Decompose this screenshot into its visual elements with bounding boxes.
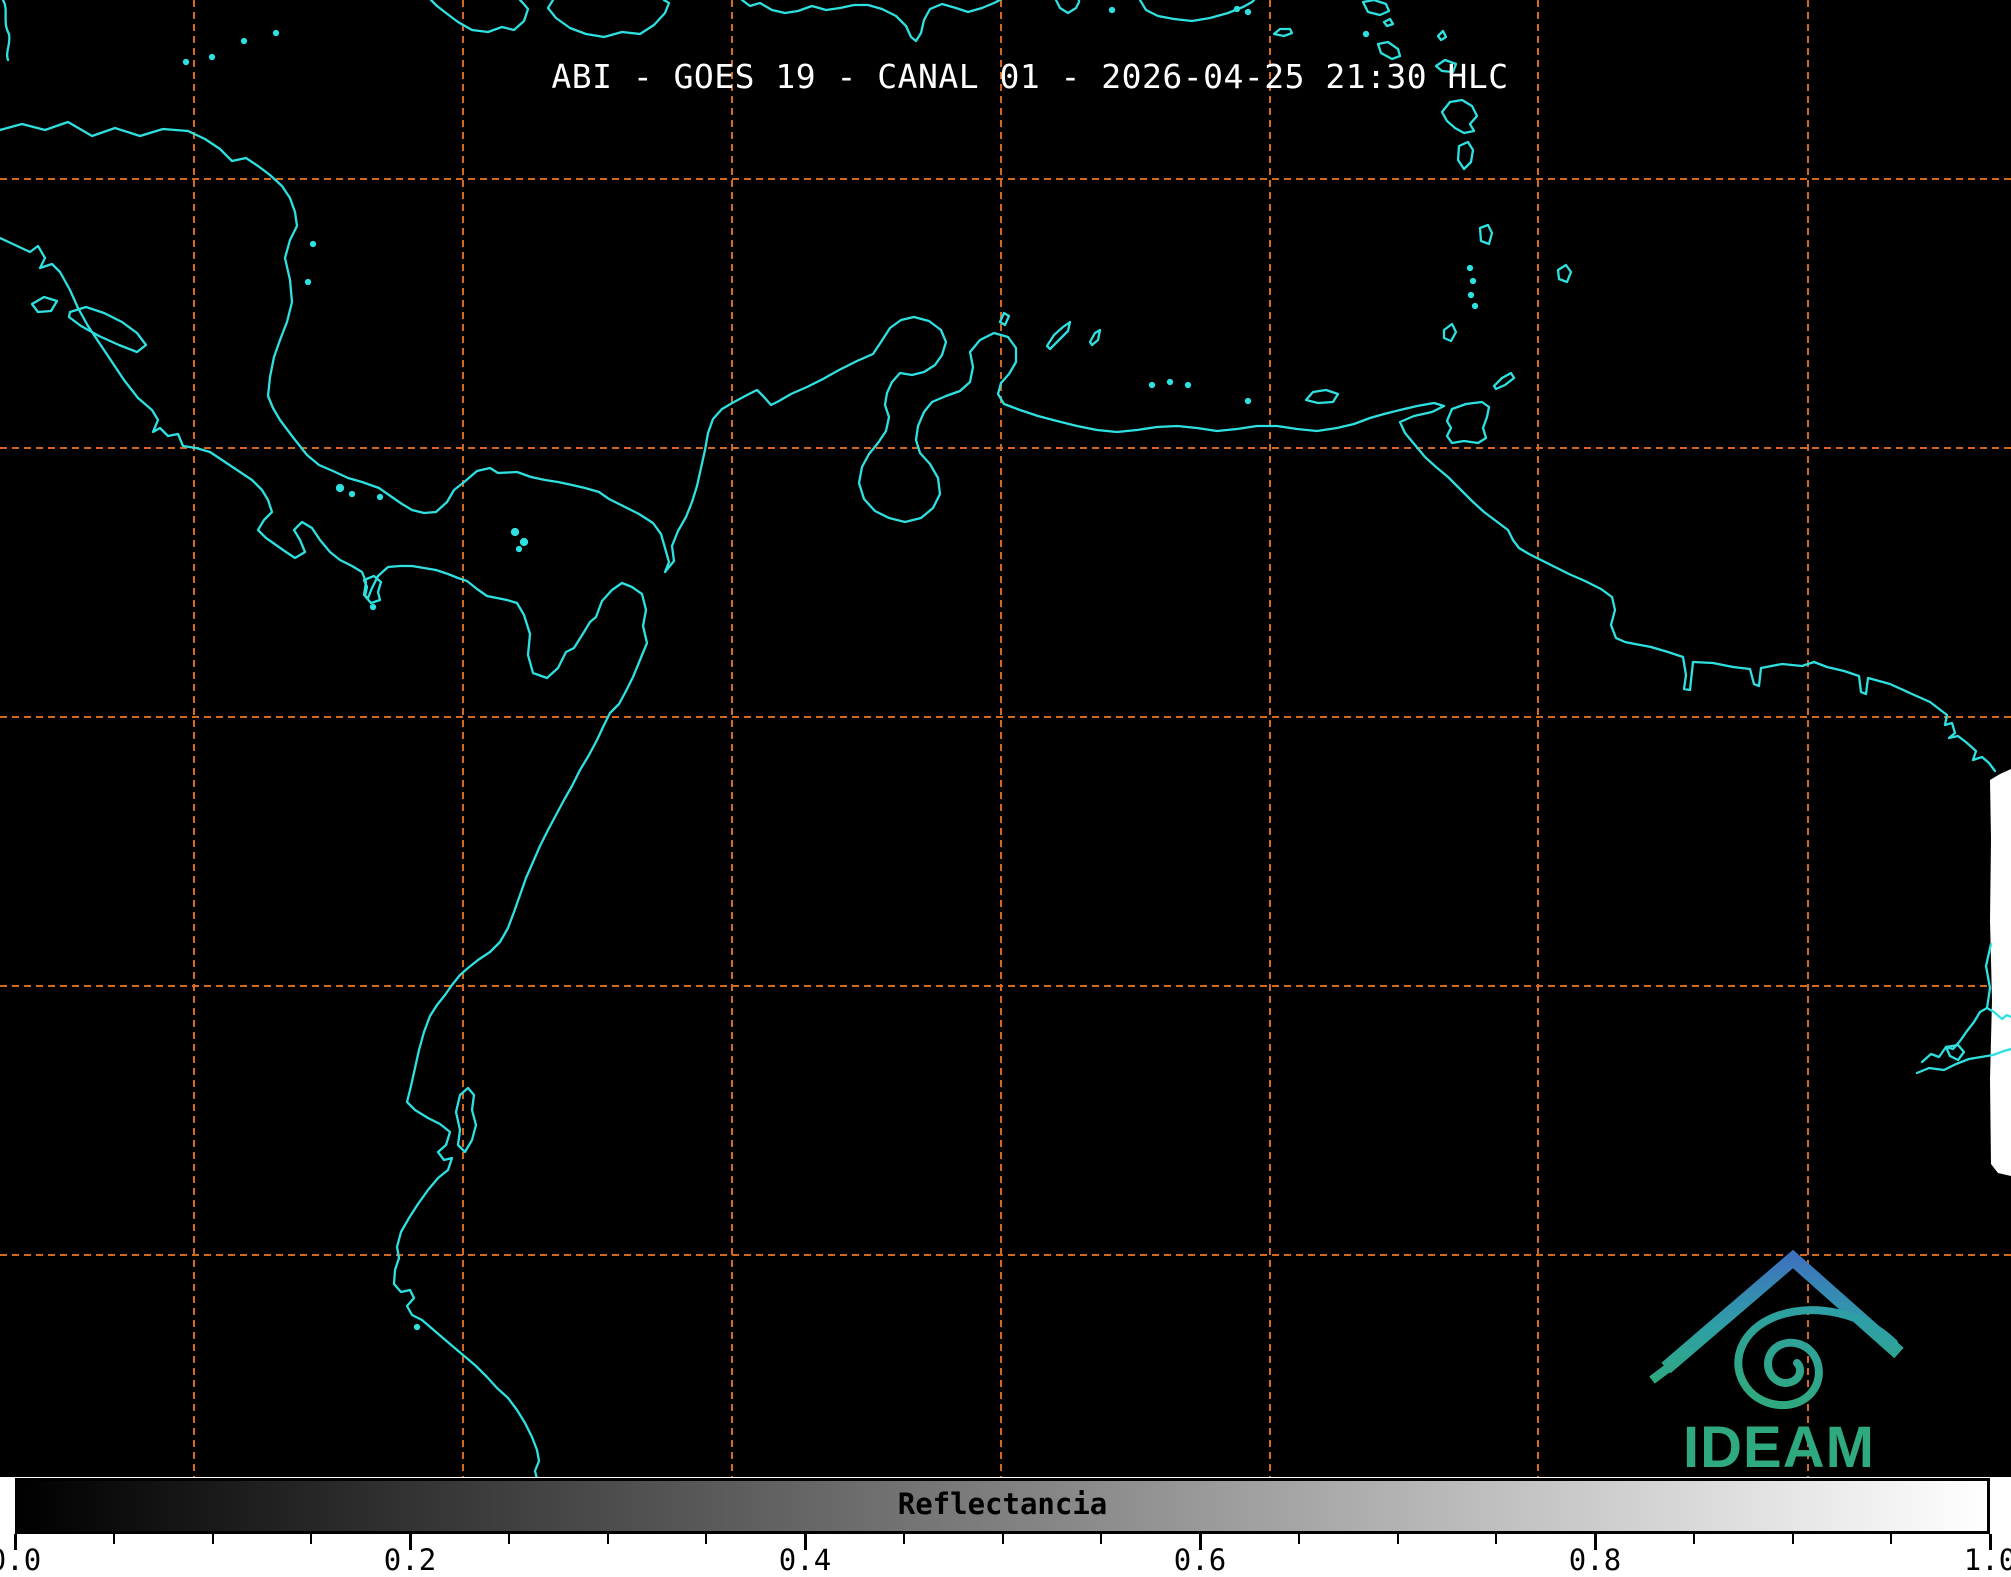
islet-dot — [1235, 7, 1239, 11]
colorbar-minor-tick — [310, 1534, 312, 1544]
colorbar-minor-tick — [1792, 1534, 1794, 1544]
islet-dot — [1471, 279, 1475, 283]
coastline-hispaniola — [742, 0, 1000, 41]
islet-dot — [1110, 8, 1114, 12]
colorbar-minor-tick — [607, 1534, 609, 1544]
islet-dot — [1364, 32, 1368, 36]
island-tobago — [1494, 373, 1514, 389]
islet-dot — [242, 39, 246, 43]
colorbar-minor-tick — [903, 1534, 905, 1544]
colorbar-label: Reflectancia — [18, 1487, 1987, 1521]
island-trinidad — [1447, 402, 1489, 443]
colorbar-minor-tick — [113, 1534, 115, 1544]
island-puna — [456, 1088, 476, 1152]
islet-dot — [306, 280, 310, 284]
islet-dot — [350, 492, 354, 496]
coastline-overlay — [0, 0, 2011, 1483]
image-title: ABI - GOES 19 - CANAL 01 - 2026-04-25 21… — [551, 57, 1508, 96]
coastline-fragment — [3, 0, 9, 60]
island — [1438, 31, 1446, 40]
logo-spiral-icon — [1738, 1310, 1894, 1405]
islet-dot — [371, 605, 375, 609]
islet-dot — [1246, 399, 1250, 403]
lake-managua — [32, 297, 57, 312]
colorbar-minor-tick — [1397, 1534, 1399, 1544]
islet-dot — [415, 1325, 419, 1329]
colorbar-minor-tick — [1890, 1534, 1892, 1544]
islet-dot — [517, 547, 521, 551]
islet-dot — [210, 55, 214, 59]
islet-dot — [337, 485, 343, 491]
goes-satellite-image-viewer: { "header": { "title": "ABI - GOES 19 - … — [0, 0, 2011, 1577]
coastline-caribbean-mainland — [0, 122, 1995, 771]
islet-dot — [1469, 293, 1473, 297]
satellite-map: IDEAM — [0, 0, 2011, 1577]
island-jamaica — [548, 0, 669, 37]
colorbar-minor-tick — [212, 1534, 214, 1544]
colorbar-minor-tick — [1495, 1534, 1497, 1544]
islet-dot — [184, 60, 188, 64]
coastline-amazon-estuary — [1986, 944, 1991, 1008]
coastline-hispaniola-east — [1056, 0, 1079, 13]
logo-text: IDEAM — [1683, 1415, 1875, 1480]
islet-dot — [1150, 383, 1154, 387]
islet-dot — [274, 31, 278, 35]
colorbar-minor-tick — [508, 1534, 510, 1544]
islet-dot — [512, 529, 518, 535]
colorbar-tick-label: 0.6 — [1174, 1543, 1226, 1577]
island-curacao — [1047, 322, 1070, 349]
island-grenada — [1444, 324, 1456, 341]
island — [1274, 29, 1292, 36]
colorbar-tick-label: 0.2 — [384, 1543, 436, 1577]
island-barbados — [1558, 265, 1571, 282]
colorbar-minor-tick — [1002, 1534, 1004, 1544]
colorbar-minor-tick — [1298, 1534, 1300, 1544]
colorbar-minor-tick — [1693, 1534, 1695, 1544]
islet-dot — [378, 495, 382, 499]
colorbar-minor-tick — [1100, 1534, 1102, 1544]
islet-dot — [1186, 383, 1190, 387]
ideam-logo: IDEAM — [1652, 1259, 1899, 1480]
islet-dot — [1246, 10, 1250, 14]
coastline-pacific — [0, 238, 647, 1483]
colorbar-minor-tick — [705, 1534, 707, 1544]
island-margarita — [1306, 390, 1338, 403]
islet-dot — [311, 242, 315, 246]
island — [1384, 19, 1393, 26]
islet-dot — [1468, 266, 1472, 270]
no-data-region — [1990, 769, 2011, 1176]
coastline-cuba — [431, 0, 528, 32]
islet-dot — [1473, 304, 1477, 308]
colorbar-gradient: Reflectancia — [15, 1478, 1990, 1534]
colorbar-tick-label: 0.0 — [0, 1543, 41, 1577]
colorbar-ticks — [15, 1534, 1990, 1554]
colorbar-tick-label: 1.0 — [1964, 1543, 2011, 1577]
island-st-vincent — [1480, 225, 1492, 244]
island-bonaire — [1090, 330, 1100, 345]
island-st-lucia — [1458, 142, 1473, 169]
island — [1363, 0, 1389, 15]
colorbar-tick-label: 0.4 — [779, 1543, 831, 1577]
latlon-grid — [0, 0, 2011, 1477]
colorbar-tick-label: 0.8 — [1569, 1543, 1621, 1577]
islet-dot — [1168, 380, 1172, 384]
islet-dot — [521, 539, 527, 545]
island-martinique — [1442, 100, 1477, 133]
